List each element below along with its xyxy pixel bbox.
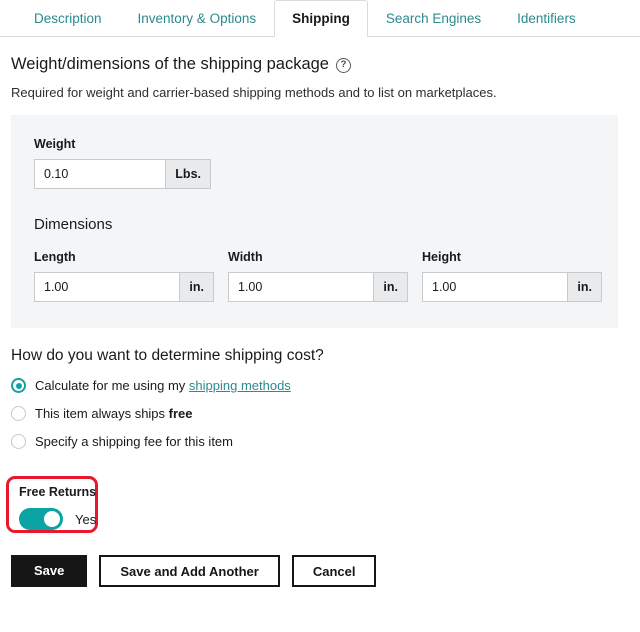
radio-free-emphasis: free (168, 406, 193, 421)
page-title: Weight/dimensions of the shipping packag… (11, 55, 629, 74)
save-and-add-another-button[interactable]: Save and Add Another (99, 555, 280, 587)
width-input-group: in. (228, 272, 408, 302)
height-input[interactable] (422, 272, 568, 302)
width-field: Width in. (228, 250, 408, 302)
question-mark-circle-icon[interactable]: ? (335, 58, 351, 73)
height-unit-addon: in. (567, 272, 602, 302)
free-returns-label: Free Returns (19, 485, 97, 499)
cancel-button[interactable]: Cancel (291, 555, 377, 587)
width-input[interactable] (228, 272, 374, 302)
weight-input[interactable] (34, 159, 166, 189)
height-input-group: in. (422, 272, 602, 302)
save-button[interactable]: Save (11, 555, 88, 587)
width-label: Width (228, 250, 263, 264)
tab-identifiers[interactable]: Identifiers (499, 0, 594, 36)
tab-search-engines[interactable]: Search Engines (368, 0, 499, 36)
shipping-methods-link[interactable]: shipping methods (189, 378, 291, 393)
length-unit-addon: in. (179, 272, 214, 302)
radio-option-free[interactable]: This item always ships free (11, 406, 629, 421)
free-returns-toggle[interactable] (19, 508, 63, 530)
free-returns-toggle-row: Yes (19, 508, 103, 530)
length-field: Length in. (34, 250, 214, 302)
tab-shipping[interactable]: Shipping (274, 0, 368, 37)
radio-calculate-text: Calculate for me using my (35, 378, 189, 393)
radio-free-indicator[interactable] (11, 406, 26, 421)
shipping-cost-question: How do you want to determine shipping co… (11, 347, 324, 364)
radio-option-calculate[interactable]: Calculate for me using my shipping metho… (11, 378, 629, 393)
height-label: Height (422, 250, 461, 264)
length-label: Length (34, 250, 76, 264)
length-input[interactable] (34, 272, 180, 302)
height-field: Height in. (422, 250, 602, 302)
radio-calculate-indicator[interactable] (11, 378, 26, 393)
form-actions: Save Save and Add Another Cancel (11, 555, 629, 587)
width-unit-addon: in. (373, 272, 408, 302)
dimensions-title: Dimensions (34, 216, 113, 233)
weight-unit-addon: Lbs. (165, 159, 211, 189)
tab-inventory-and-options[interactable]: Inventory & Options (120, 0, 275, 36)
radio-free-text: This item always ships (35, 406, 169, 421)
radio-option-specify-fee[interactable]: Specify a shipping fee for this item (11, 434, 629, 449)
radio-free-label: This item always ships free (35, 406, 193, 421)
weight-input-group: Lbs. (34, 159, 211, 189)
tab-bar: Description Inventory & Options Shipping… (0, 0, 640, 37)
section-subtitle: Required for weight and carrier-based sh… (11, 85, 497, 100)
free-returns-toggle-value: Yes (75, 511, 97, 527)
weight-dimensions-panel: Weight Lbs. Dimensions Length in. Width … (11, 115, 618, 328)
section-title-text: Weight/dimensions of the shipping packag… (11, 55, 329, 73)
weight-label: Weight (34, 137, 76, 151)
length-input-group: in. (34, 272, 214, 302)
free-returns-section: Free Returns Yes (6, 476, 103, 533)
radio-specify-fee-indicator[interactable] (11, 434, 26, 449)
radio-specify-fee-label: Specify a shipping fee for this item (35, 434, 233, 449)
toggle-knob-icon (44, 511, 60, 527)
radio-calculate-label: Calculate for me using my shipping metho… (35, 378, 291, 393)
dimensions-row: Length in. Width in. Height in. (34, 250, 602, 302)
shipping-panel-content: Weight/dimensions of the shipping packag… (0, 55, 640, 587)
tab-description[interactable]: Description (16, 0, 120, 36)
